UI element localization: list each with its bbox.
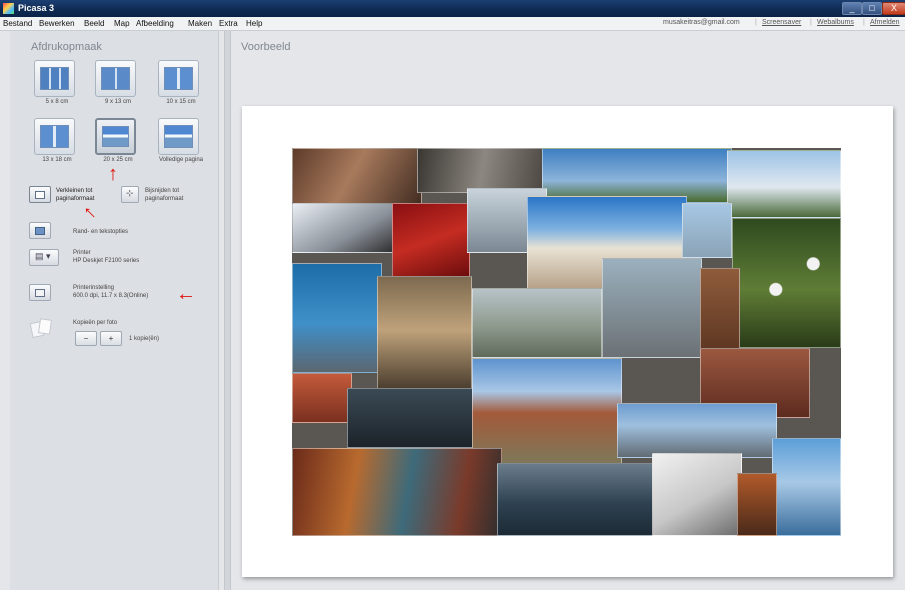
photo-fence [602, 258, 702, 358]
window-title: Picasa 3 [18, 3, 55, 13]
menu-bar: Bestand Bewerken Beeld Map Afbeelding Ma… [0, 17, 905, 31]
photo-flowers [732, 218, 841, 348]
window-titlebar: Picasa 3 _ □ X [0, 0, 905, 17]
layout-13x18[interactable]: 13 x 18 cm [27, 118, 87, 168]
menu-help[interactable]: Help [246, 19, 262, 28]
photo-room [417, 148, 547, 193]
border-text-options[interactable]: Rand- en tekstopties [29, 222, 169, 244]
menu-beeld[interactable]: Beeld [84, 19, 104, 28]
separator: | [810, 19, 812, 26]
photo-mountain [727, 150, 841, 218]
link-webalbums[interactable]: Webalbums [817, 19, 854, 26]
menu-extra[interactable]: Extra [219, 19, 238, 28]
two-up-layout-icon [34, 118, 75, 155]
picasa-app-icon [3, 3, 14, 14]
copies-increase-button[interactable]: + [100, 331, 122, 346]
photo-harbor [497, 463, 657, 536]
menu-map[interactable]: Map [114, 19, 130, 28]
border-options-label: Rand- en tekstopties [73, 229, 129, 235]
printer-settings-icon [29, 284, 51, 301]
menu-bewerken[interactable]: Bewerken [39, 19, 75, 28]
account-email: musakeitras@gmail.com [663, 19, 740, 26]
grid-layout-icon [95, 60, 136, 97]
shrink-to-fit-icon [29, 186, 51, 203]
menu-maken[interactable]: Maken [188, 19, 212, 28]
photo-rooftops [292, 373, 352, 423]
photo-old-house [377, 276, 472, 396]
close-button[interactable]: X [882, 2, 905, 15]
layout-full-page[interactable]: Volledige pagina [151, 118, 211, 168]
layout-label: 20 x 25 cm [103, 157, 133, 163]
layout-label: 10 x 15 cm [166, 99, 196, 105]
preview-heading: Voorbeeld [241, 41, 291, 53]
photo-ceramics [292, 448, 502, 536]
annotation-arrow-up: ↑ [108, 163, 118, 185]
menu-afbeelding[interactable]: Afbeelding [136, 19, 174, 28]
layout-label: 9 x 13 cm [104, 99, 131, 105]
photo-people [347, 388, 477, 448]
link-screensaver[interactable]: Screensaver [762, 19, 801, 26]
grid-layout-icon [34, 60, 75, 97]
photo-snow [292, 203, 397, 253]
photo-coast [292, 263, 382, 373]
border-options-icon [29, 222, 51, 239]
crop-to-page-option[interactable]: ⊹ Bijsnijden tot paginaformaat [121, 186, 211, 208]
layout-label: 13 x 18 cm [42, 157, 72, 163]
photo-white-building [652, 453, 742, 536]
print-layout-panel [10, 31, 219, 590]
photo-building [682, 203, 732, 258]
maximize-button[interactable]: □ [862, 2, 882, 15]
layout-10x15[interactable]: 10 x 15 cm [151, 60, 211, 110]
photo-wood [737, 473, 777, 536]
layout-20x25[interactable]: 20 x 25 cm [88, 118, 148, 168]
photo-trees-sky [542, 148, 732, 203]
panel-splitter[interactable] [224, 31, 231, 590]
landscape-layout-icon [95, 118, 136, 155]
layout-5x8[interactable]: 5 x 8 cm [27, 60, 87, 110]
photo-door [700, 268, 740, 358]
separator: | [863, 19, 865, 26]
landscape-layout-icon [158, 118, 199, 155]
photo-sea [772, 438, 841, 536]
layout-label: 5 x 8 cm [45, 99, 69, 105]
copies-decrease-button[interactable]: − [75, 331, 97, 346]
menu-bestand[interactable]: Bestand [3, 19, 32, 28]
layout-label: Volledige pagina [158, 157, 204, 163]
layout-9x13[interactable]: 9 x 13 cm [88, 60, 148, 110]
printer-icon: ▤ ▾ [29, 249, 59, 266]
printer-setting-value: 600.0 dpi, 11.7 x 8.3(Online) [73, 293, 149, 299]
link-afmelden[interactable]: Afmelden [870, 19, 900, 26]
fit-to-page-option[interactable]: Verkleinen tot paginaformaat [29, 186, 119, 208]
layout-heading: Afdrukopmaak [31, 41, 102, 53]
copies-title: Kopieën per foto [73, 320, 118, 326]
printer-setting-title: Printerinstelling [73, 285, 115, 291]
photo-beach-people [617, 403, 777, 458]
two-up-layout-icon [158, 60, 199, 97]
separator: | [755, 19, 757, 26]
crop-option-label-2: paginaformaat [145, 196, 184, 202]
photo-portrait [292, 148, 422, 210]
printer-selector[interactable]: ▤ ▾ Printer HP Deskjet F2100 series [29, 249, 199, 271]
crop-icon: ⊹ [121, 186, 139, 203]
crop-option-label-1: Bijsnijden tot [145, 188, 180, 194]
fit-option-label-1: Verkleinen tot [56, 188, 93, 194]
copies-value: 1 kopie(ën) [129, 336, 160, 342]
copies-icon [29, 318, 53, 340]
printer-title: Printer [73, 250, 91, 256]
printer-name: HP Deskjet F2100 series [73, 258, 140, 264]
photo-red [392, 203, 470, 278]
photo-ruins [472, 288, 602, 358]
annotation-arrow-left: ← [176, 283, 196, 305]
minimize-button[interactable]: _ [842, 2, 862, 15]
photo-collage[interactable] [292, 148, 841, 536]
